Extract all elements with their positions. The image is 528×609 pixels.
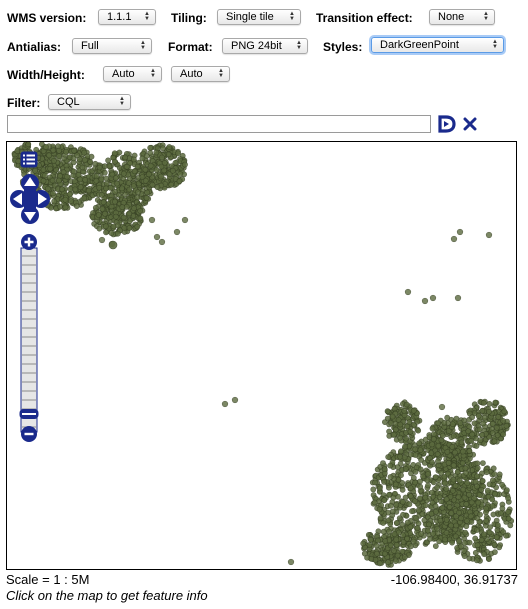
tiling-label: Tiling: [171,11,207,25]
select-arrows-icon: ▲ ▼ [296,40,302,51]
select-arrows-icon: ▲ ▼ [289,11,295,22]
antialias-label: Antialias: [7,40,62,54]
select-arrows-icon: ▲ ▼ [150,68,156,79]
antialias-value: Full [81,40,99,52]
styles-value: DarkGreenPoint [380,39,459,51]
zoom-slider-handle[interactable] [19,409,39,419]
tiling-value: Single tile [226,11,274,23]
width-value: Auto [112,68,135,80]
styles-label: Styles: [323,40,363,54]
map-viewport[interactable] [6,141,517,570]
filter-input[interactable] [7,115,431,133]
wms-version-select[interactable]: 1.1.1 ▲ ▼ [98,9,156,25]
select-arrows-icon: ▲ ▼ [140,40,146,51]
styles-select[interactable]: DarkGreenPoint ▲ ▼ [371,37,504,53]
filter-type-select[interactable]: CQL ▲ ▼ [48,94,131,110]
wms-version-value: 1.1.1 [107,11,132,23]
scale-text: Scale = 1 : 5M [6,572,90,587]
width-select[interactable]: Auto ▲ ▼ [103,66,162,82]
antialias-select[interactable]: Full ▲ ▼ [72,38,152,54]
zoom-in-icon[interactable] [21,234,37,250]
zoom-out-icon[interactable] [21,426,37,442]
width-height-label: Width/Height: [7,68,85,82]
select-arrows-icon: ▲ ▼ [218,68,224,79]
play-icon[interactable] [437,115,457,133]
format-value: PNG 24bit [231,40,282,52]
transition-value: None [438,11,465,23]
select-arrows-icon: ▲ ▼ [119,96,125,107]
filter-label: Filter: [7,96,41,110]
coordinates-text: -106.98400, 36.91737 [390,572,518,587]
close-icon[interactable] [463,117,477,131]
feature-info-hint: Click on the map to get feature info [6,588,208,603]
height-value: Auto [180,68,203,80]
pan-arrows-icon[interactable] [10,173,50,225]
select-arrows-icon: ▲ ▼ [144,11,150,22]
filter-type-value: CQL [57,96,80,108]
layer-switcher-icon[interactable] [20,151,38,168]
map-feature-layer [11,142,515,568]
wms-version-label: WMS version: [7,11,87,25]
transition-select[interactable]: None ▲ ▼ [429,9,495,25]
select-arrows-icon: ▲ ▼ [483,11,489,22]
transition-label: Transition effect: [316,11,413,25]
format-label: Format: [168,40,213,54]
select-arrows-icon: ▲ ▼ [492,39,498,50]
zoom-bar[interactable] [19,234,39,444]
height-select[interactable]: Auto ▲ ▼ [171,66,230,82]
format-select[interactable]: PNG 24bit ▲ ▼ [222,38,308,54]
tiling-select[interactable]: Single tile ▲ ▼ [217,9,301,25]
